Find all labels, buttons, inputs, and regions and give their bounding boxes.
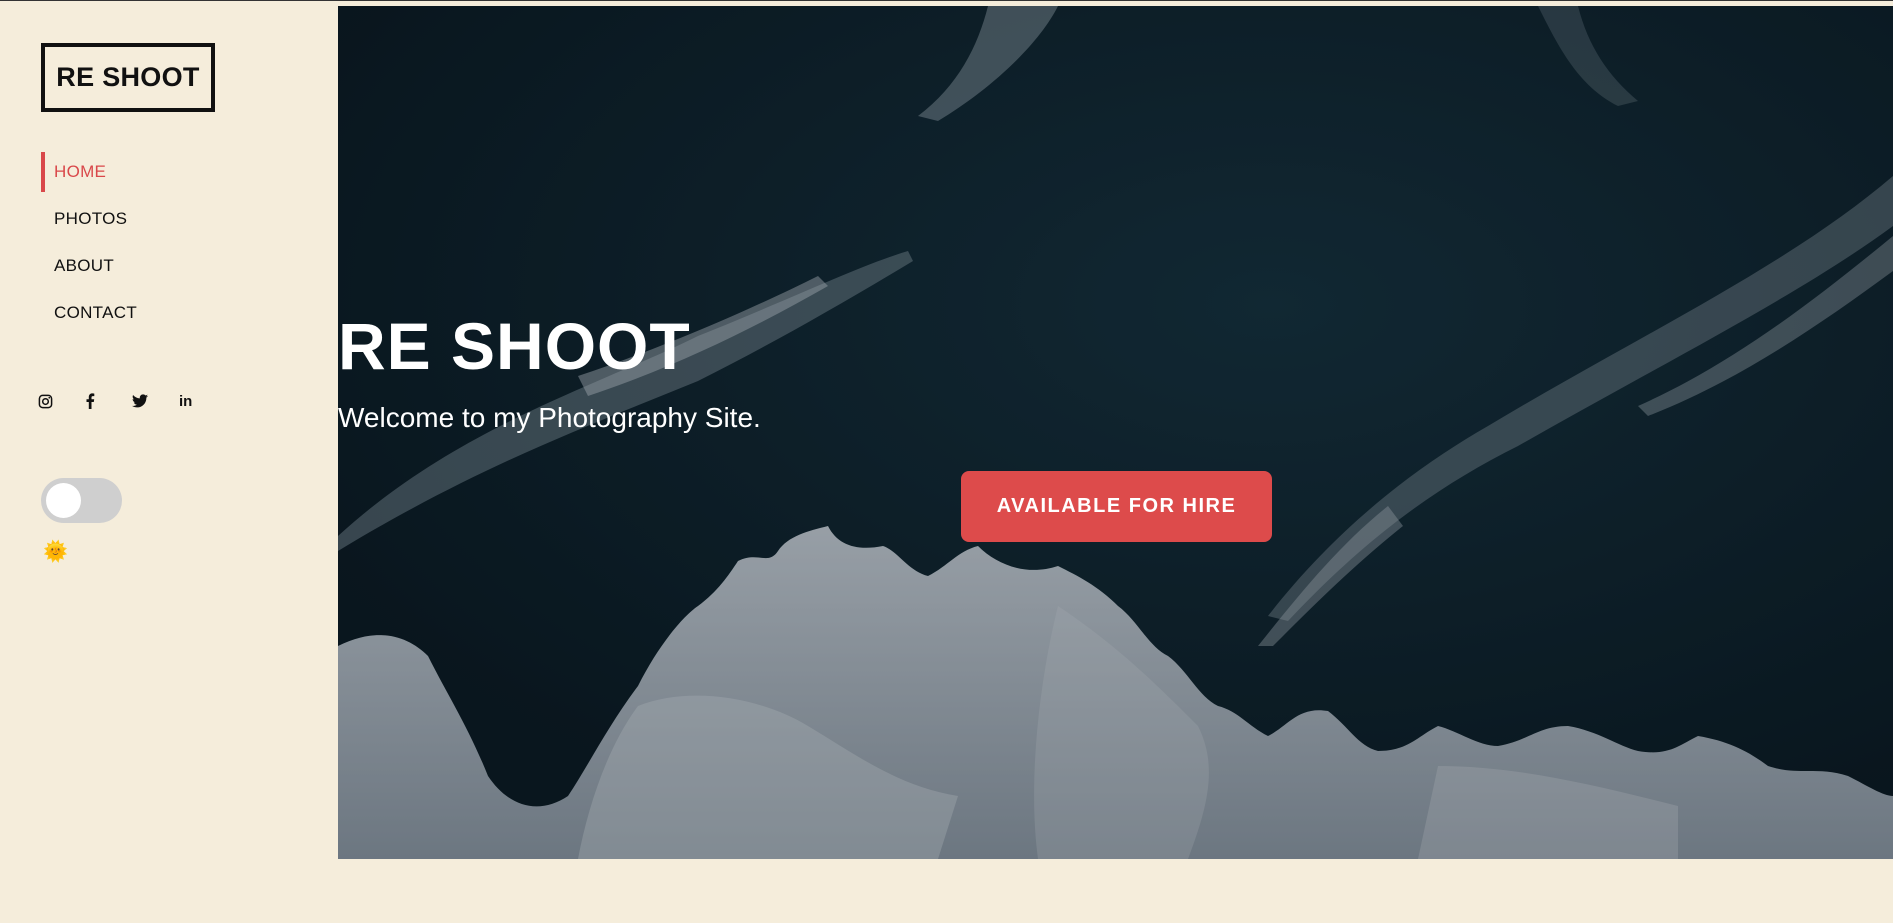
main-nav: HOME PHOTOS ABOUT CONTACT [41,151,137,339]
facebook-icon[interactable] [85,389,132,413]
hero-section: RE SHOOT Welcome to my Photography Site.… [338,6,1893,859]
nav-item-about[interactable]: ABOUT [41,245,137,286]
page: RE SHOOT HOME PHOTOS ABOUT CONTACT in 🌞 … [0,0,1893,923]
theme-toggle[interactable] [41,478,122,523]
linkedin-icon[interactable]: in [179,389,226,413]
nav-item-photos[interactable]: PHOTOS [41,198,137,239]
twitter-icon[interactable] [132,389,179,413]
site-logo[interactable]: RE SHOOT [41,43,215,112]
hero-title: RE SHOOT [338,309,691,383]
available-for-hire-button[interactable]: AVAILABLE FOR HIRE [961,471,1272,542]
nav-item-contact[interactable]: CONTACT [41,292,137,333]
social-links: in [38,389,226,413]
hero-subtitle: Welcome to my Photography Site. [338,402,761,433]
sidebar: RE SHOOT HOME PHOTOS ABOUT CONTACT in 🌞 [0,1,338,923]
toggle-knob [46,483,81,518]
sun-icon: 🌞 [43,541,68,563]
nav-item-home[interactable]: HOME [41,151,137,192]
instagram-icon[interactable] [38,389,85,413]
